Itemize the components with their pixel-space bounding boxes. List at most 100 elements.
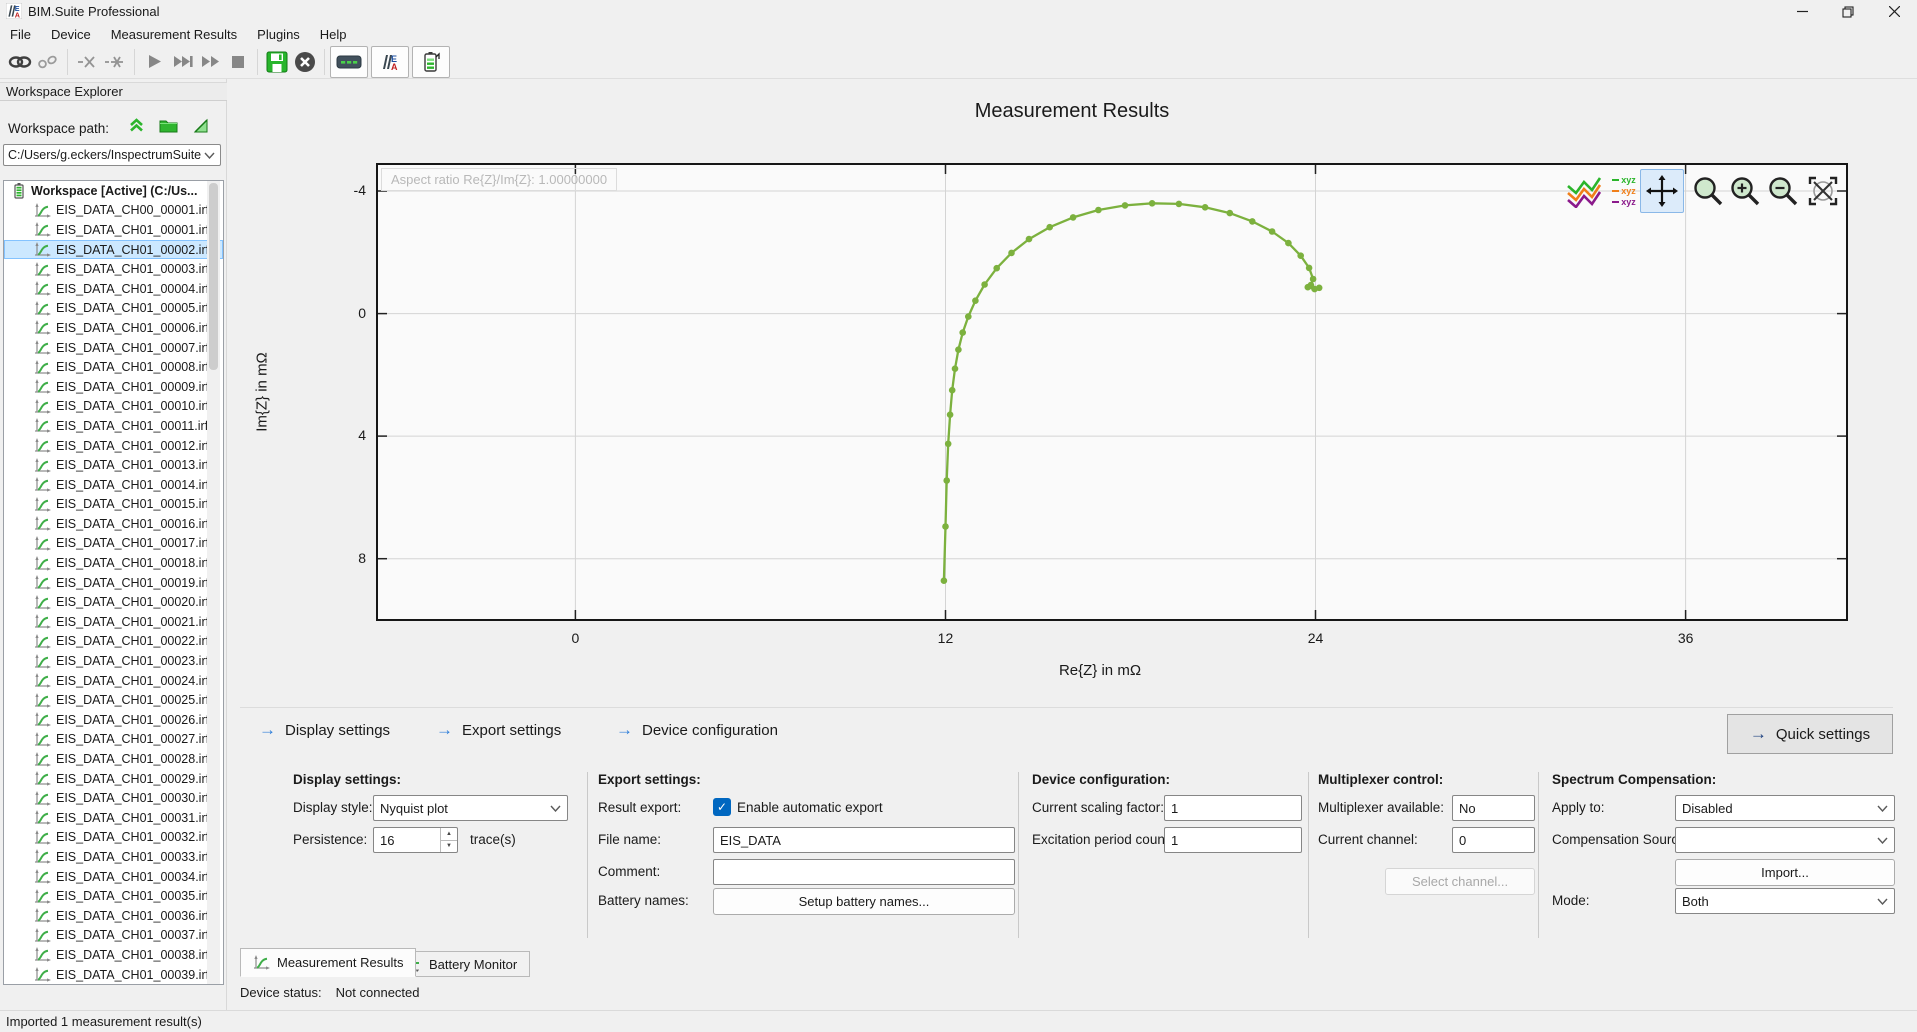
- menu-file[interactable]: File: [0, 23, 41, 45]
- current-scaling-input[interactable]: 1: [1164, 795, 1302, 821]
- list-item[interactable]: EIS_DATA_CH01_00015.irf: [4, 495, 223, 515]
- zoom-in-button[interactable]: [1726, 169, 1764, 213]
- minimize-button[interactable]: [1779, 0, 1825, 23]
- list-item[interactable]: EIS_DATA_CH01_00034.irf: [4, 867, 223, 887]
- stepper-up-icon[interactable]: ▲: [441, 828, 457, 841]
- save-button[interactable]: [263, 48, 291, 76]
- list-item[interactable]: EIS_DATA_CH01_00026.irf: [4, 710, 223, 730]
- menu-help[interactable]: Help: [310, 23, 357, 45]
- multiplexer-available-field[interactable]: No: [1452, 795, 1535, 821]
- persistence-stepper[interactable]: 16 ▲▼: [373, 827, 458, 853]
- list-item[interactable]: EIS_DATA_CH01_00025.irf: [4, 690, 223, 710]
- list-item[interactable]: EIS_DATA_CH01_00022.irf: [4, 632, 223, 652]
- tab-measurement-results[interactable]: Measurement Results: [240, 948, 416, 977]
- skip-to-end-button[interactable]: [168, 48, 196, 76]
- list-item[interactable]: EIS_DATA_CH01_00024.irf: [4, 671, 223, 691]
- nyquist-plot[interactable]: Aspect ratio Re{Z}/Im{Z}: 1.00000000 xyz…: [376, 163, 1848, 621]
- menu-plugins[interactable]: Plugins: [247, 23, 310, 45]
- list-item[interactable]: EIS_DATA_CH01_00004.irf: [4, 279, 223, 299]
- list-item[interactable]: EIS_DATA_CH01_00039.irf: [4, 965, 223, 985]
- list-item[interactable]: EIS_DATA_CH01_00035.irf: [4, 886, 223, 906]
- apply-to-select[interactable]: Disabled: [1675, 795, 1895, 821]
- setup-battery-names-button[interactable]: Setup battery names...: [713, 888, 1015, 915]
- zoom-out-button[interactable]: [1764, 169, 1802, 213]
- list-item[interactable]: EIS_DATA_CH01_00023.irf: [4, 651, 223, 671]
- file-name: EIS_DATA_CH01_00035.irf: [56, 889, 209, 903]
- workspace-path-combobox[interactable]: C:/Users/g.eckers/InspectrumSuite: [3, 144, 221, 166]
- list-item[interactable]: EIS_DATA_CH01_00020.irf: [4, 592, 223, 612]
- collapse-all-icon[interactable]: [128, 116, 145, 133]
- restore-button[interactable]: [1825, 0, 1871, 23]
- list-item[interactable]: EIS_DATA_CH01_00028.irf: [4, 749, 223, 769]
- list-item[interactable]: EIS_DATA_CH01_00038.irf: [4, 945, 223, 965]
- list-item[interactable]: EIS_DATA_CH01_00003.irf: [4, 259, 223, 279]
- zoom-tool-button[interactable]: [1690, 169, 1726, 213]
- list-item[interactable]: EIS_DATA_CH01_00017.irf: [4, 534, 223, 554]
- list-item[interactable]: EIS_DATA_CH01_00031.irf: [4, 808, 223, 828]
- quick-settings-button[interactable]: → Quick settings: [1727, 714, 1893, 754]
- list-item[interactable]: EIS_DATA_CH01_00012.irf: [4, 436, 223, 456]
- list-item[interactable]: EIS_DATA_CH01_00008.irf: [4, 357, 223, 377]
- list-item[interactable]: EIS_DATA_CH01_00013.irf: [4, 455, 223, 475]
- eis-analyzer-button[interactable]: E A: [371, 46, 409, 78]
- start-button[interactable]: [140, 48, 168, 76]
- list-item[interactable]: EIS_DATA_CH01_00016.irf: [4, 514, 223, 534]
- list-item[interactable]: EIS_DATA_CH01_00010.irf: [4, 397, 223, 417]
- zoom-fit-button[interactable]: [1802, 169, 1844, 213]
- abort-button[interactable]: [291, 48, 319, 76]
- cut-button[interactable]: [73, 48, 101, 76]
- list-item[interactable]: EIS_DATA_CH01_00001.irf: [4, 220, 223, 240]
- list-item[interactable]: EIS_DATA_CH01_00007.irf: [4, 338, 223, 358]
- device-configuration-link[interactable]: → Device configuration: [616, 720, 778, 740]
- connect-button[interactable]: [6, 48, 34, 76]
- file-list-scrollbar-thumb[interactable]: [209, 183, 218, 370]
- curves-tool-button[interactable]: [1564, 169, 1604, 213]
- list-item[interactable]: EIS_DATA_CH01_00006.irf: [4, 318, 223, 338]
- pan-icon: [1646, 175, 1678, 207]
- device-control-button[interactable]: [330, 46, 368, 78]
- stepper-down-icon[interactable]: ▼: [441, 841, 457, 853]
- list-item[interactable]: EIS_DATA_CH01_00011.irf: [4, 416, 223, 436]
- mode-select[interactable]: Both: [1675, 888, 1895, 914]
- list-item[interactable]: EIS_DATA_CH01_00021.irf: [4, 612, 223, 632]
- list-item[interactable]: EIS_DATA_CH00_00001.irf: [4, 201, 223, 221]
- cut-all-button[interactable]: [101, 48, 129, 76]
- list-item[interactable]: EIS_DATA_CH01_00009.irf: [4, 377, 223, 397]
- fast-forward-button[interactable]: [196, 48, 224, 76]
- list-item[interactable]: EIS_DATA_CH01_00036.irf: [4, 906, 223, 926]
- display-settings-link[interactable]: → Display settings: [259, 720, 390, 740]
- list-item[interactable]: EIS_DATA_CH01_00005.irf: [4, 299, 223, 319]
- list-item[interactable]: EIS_DATA_CH01_00032.irf: [4, 828, 223, 848]
- list-item[interactable]: EIS_DATA_CH01_00018.irf: [4, 553, 223, 573]
- open-folder-icon[interactable]: [159, 117, 178, 133]
- compensation-source-select[interactable]: [1675, 827, 1895, 853]
- list-item[interactable]: EIS_DATA_CH01_00037.irf: [4, 926, 223, 946]
- list-item[interactable]: EIS_DATA_CH01_00002.irf: [4, 240, 223, 260]
- auto-export-checkbox[interactable]: ✓: [713, 798, 731, 816]
- menu-measurement-results[interactable]: Measurement Results: [101, 23, 247, 45]
- list-item[interactable]: EIS_DATA_CH01_00019.irf: [4, 573, 223, 593]
- comment-input[interactable]: [713, 859, 1015, 885]
- list-item[interactable]: EIS_DATA_CH01_00033.irf: [4, 847, 223, 867]
- spectrum-compensation-title: Spectrum Compensation:: [1552, 772, 1716, 787]
- stop-button[interactable]: [224, 48, 252, 76]
- battery-monitor-button[interactable]: [412, 46, 450, 78]
- list-item[interactable]: EIS_DATA_CH01_00027.irf: [4, 730, 223, 750]
- edit-workspace-icon[interactable]: [192, 117, 208, 133]
- workspace-root-item[interactable]: Workspace [Active] (C:/Us...: [4, 181, 223, 201]
- display-style-select[interactable]: Nyquist plot: [373, 795, 568, 821]
- list-item[interactable]: EIS_DATA_CH01_00014.irf: [4, 475, 223, 495]
- export-settings-title: Export settings:: [598, 772, 701, 787]
- list-item[interactable]: EIS_DATA_CH01_00030.irf: [4, 788, 223, 808]
- file-name-input[interactable]: EIS_DATA: [713, 827, 1015, 853]
- pan-tool-button[interactable]: [1640, 169, 1684, 213]
- import-button[interactable]: Import...: [1675, 859, 1895, 886]
- excitation-period-input[interactable]: 1: [1164, 827, 1302, 853]
- menu-device[interactable]: Device: [41, 23, 101, 45]
- list-item[interactable]: EIS_DATA_CH01_00029.irf: [4, 769, 223, 789]
- close-button[interactable]: [1871, 0, 1917, 23]
- legend-tool-button[interactable]: xyz xyz xyz: [1604, 169, 1644, 213]
- export-settings-link[interactable]: → Export settings: [436, 720, 561, 740]
- current-channel-input[interactable]: 0: [1452, 827, 1535, 853]
- disconnect-button[interactable]: [34, 48, 62, 76]
